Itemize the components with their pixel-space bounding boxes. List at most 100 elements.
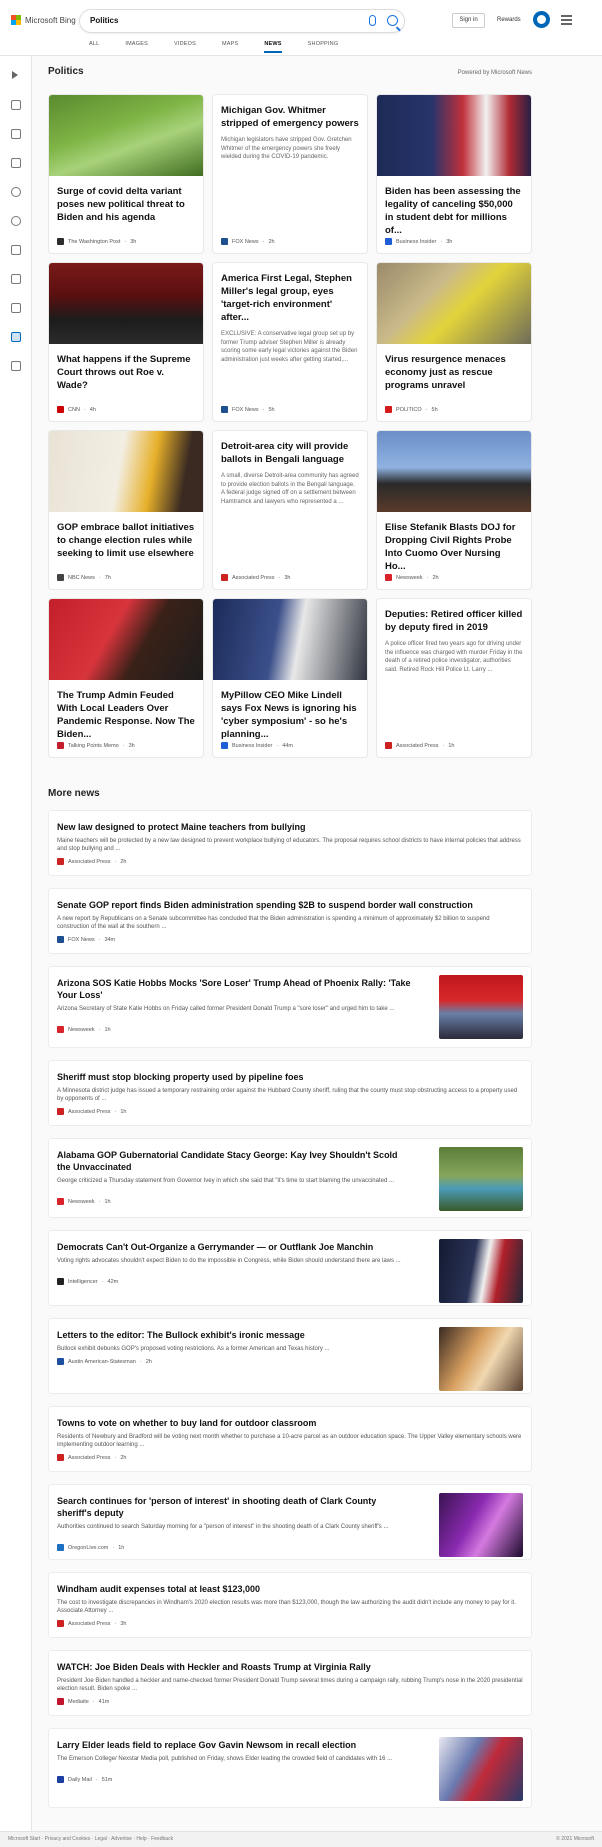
trending-icon[interactable] (11, 129, 21, 139)
expand-icon[interactable] (12, 71, 18, 79)
footer-links[interactable]: Microsoft Start · Privacy and Cookies · … (8, 1836, 173, 1842)
news-card[interactable]: Biden has been assessing the legality of… (376, 94, 532, 254)
news-list-item[interactable]: Larry Elder leads field to replace Gov G… (48, 1728, 532, 1808)
science-icon[interactable] (11, 274, 21, 284)
card-title[interactable]: Surge of covid delta variant poses new p… (49, 185, 203, 224)
news-source[interactable]: Newsweek · 1h (57, 1026, 111, 1033)
money-icon[interactable] (11, 245, 21, 255)
news-list-item[interactable]: Senate GOP report finds Biden administra… (48, 888, 532, 954)
tab-shopping[interactable]: SHOPPING (308, 41, 339, 53)
news-list-item[interactable]: Search continues for 'person of interest… (48, 1484, 532, 1560)
news-thumbnail[interactable] (439, 1239, 523, 1303)
card-image[interactable] (213, 599, 367, 680)
card-image[interactable] (49, 431, 203, 512)
news-list-item[interactable]: Arizona SOS Katie Hobbs Mocks 'Sore Lose… (48, 966, 532, 1048)
news-source[interactable]: Mediaite · 41m (57, 1698, 109, 1705)
location-icon[interactable] (11, 187, 21, 197)
tab-all[interactable]: ALL (89, 41, 99, 53)
tab-maps[interactable]: MAPS (222, 41, 238, 53)
card-source[interactable]: FOX News · 2h (221, 238, 275, 245)
news-list-item[interactable]: Towns to vote on whether to buy land for… (48, 1406, 532, 1472)
rewards-link[interactable]: Rewards (497, 17, 521, 23)
card-title[interactable]: GOP embrace ballot initiatives to change… (49, 521, 203, 560)
card-title[interactable]: Virus resurgence menaces economy just as… (377, 353, 531, 392)
tab-images[interactable]: IMAGES (125, 41, 148, 53)
news-thumbnail[interactable] (439, 1327, 523, 1391)
news-list-item[interactable]: New law designed to protect Maine teache… (48, 810, 532, 876)
card-image[interactable] (49, 263, 203, 344)
news-list-item[interactable]: Sheriff must stop blocking property used… (48, 1060, 532, 1126)
news-list-item[interactable]: Democrats Can't Out-Organize a Gerrymand… (48, 1230, 532, 1306)
card-source[interactable]: FOX News · 5h (221, 406, 275, 413)
news-title[interactable]: Search continues for 'person of interest… (57, 1495, 412, 1519)
card-source[interactable]: NBC News · 7h (57, 574, 111, 581)
news-source[interactable]: Associated Press · 1h (57, 1108, 126, 1115)
news-title[interactable]: Letters to the editor: The Bullock exhib… (57, 1329, 412, 1341)
news-source[interactable]: Associated Press · 2h (57, 858, 126, 865)
card-title[interactable]: Detroit-area city will provide ballots i… (213, 440, 367, 466)
search-input[interactable]: Politics (90, 16, 118, 25)
search-box[interactable]: Politics (80, 10, 404, 32)
news-card[interactable]: Michigan Gov. Whitmer stripped of emerge… (212, 94, 368, 254)
card-title[interactable]: MyPillow CEO Mike Lindell says Fox News … (213, 689, 367, 741)
bing-logo[interactable]: Microsoft Bing (11, 15, 76, 25)
card-source[interactable]: Newsweek · 2h (385, 574, 439, 581)
news-source[interactable]: Intelligencer · 42m (57, 1278, 118, 1285)
news-card[interactable]: Virus resurgence menaces economy just as… (376, 262, 532, 422)
card-image[interactable] (377, 431, 531, 512)
news-card[interactable]: Surge of covid delta variant poses new p… (48, 94, 204, 254)
flag-icon[interactable] (11, 158, 21, 168)
card-source[interactable]: Business Insider · 44m (221, 742, 293, 749)
globe-icon[interactable] (11, 216, 21, 226)
news-card[interactable]: America First Legal, Stephen Miller's le… (212, 262, 368, 422)
rewards-icon[interactable] (533, 11, 550, 28)
card-source[interactable]: The Washington Post · 3h (57, 238, 136, 245)
more-icon[interactable] (11, 361, 21, 371)
news-card[interactable]: MyPillow CEO Mike Lindell says Fox News … (212, 598, 368, 758)
search-icon[interactable] (387, 15, 398, 26)
card-title[interactable]: What happens if the Supreme Court throws… (49, 353, 203, 392)
card-source[interactable]: CNN · 4h (57, 406, 96, 413)
news-thumbnail[interactable] (439, 1147, 523, 1211)
card-title[interactable]: Biden has been assessing the legality of… (377, 185, 531, 237)
tab-videos[interactable]: VIDEOS (174, 41, 196, 53)
card-source[interactable]: Associated Press · 3h (221, 574, 290, 581)
menu-icon[interactable] (561, 15, 572, 27)
news-title[interactable]: Larry Elder leads field to replace Gov G… (57, 1739, 412, 1751)
card-image[interactable] (377, 95, 531, 176)
news-title[interactable]: WATCH: Joe Biden Deals with Heckler and … (57, 1661, 523, 1673)
news-title[interactable]: Arizona SOS Katie Hobbs Mocks 'Sore Lose… (57, 977, 412, 1001)
card-title[interactable]: The Trump Admin Feuded With Local Leader… (49, 689, 203, 741)
news-list-item[interactable]: Alabama GOP Gubernatorial Candidate Stac… (48, 1138, 532, 1218)
politics-icon[interactable] (11, 332, 21, 342)
news-thumbnail[interactable] (439, 1737, 523, 1801)
entertainment-icon[interactable] (11, 303, 21, 313)
news-source[interactable]: FOX News · 34m (57, 936, 115, 943)
news-card[interactable]: What happens if the Supreme Court throws… (48, 262, 204, 422)
card-title[interactable]: America First Legal, Stephen Miller's le… (213, 272, 367, 324)
news-title[interactable]: New law designed to protect Maine teache… (57, 821, 523, 833)
news-list-item[interactable]: Letters to the editor: The Bullock exhib… (48, 1318, 532, 1394)
news-card[interactable]: Deputies: Retired officer killed by depu… (376, 598, 532, 758)
news-title[interactable]: Towns to vote on whether to buy land for… (57, 1417, 523, 1429)
news-thumbnail[interactable] (439, 1493, 523, 1557)
news-card[interactable]: Detroit-area city will provide ballots i… (212, 430, 368, 590)
news-source[interactable]: OregonLive.com · 1h (57, 1544, 124, 1551)
news-source[interactable]: Associated Press · 3h (57, 1620, 126, 1627)
home-icon[interactable] (11, 100, 21, 110)
news-title[interactable]: Senate GOP report finds Biden administra… (57, 899, 523, 911)
news-source[interactable]: Austin American-Statesman · 2h (57, 1358, 152, 1365)
card-title[interactable]: Elise Stefanik Blasts DOJ for Dropping C… (377, 521, 531, 573)
news-source[interactable]: Newsweek · 1h (57, 1198, 111, 1205)
news-card[interactable]: GOP embrace ballot initiatives to change… (48, 430, 204, 590)
card-source[interactable]: Associated Press · 1h (385, 742, 454, 749)
news-source[interactable]: Associated Press · 2h (57, 1454, 126, 1461)
news-source[interactable]: Daily Mail · 51m (57, 1776, 112, 1783)
news-thumbnail[interactable] (439, 975, 523, 1039)
news-title[interactable]: Windham audit expenses total at least $1… (57, 1583, 523, 1595)
card-source[interactable]: Business Insider · 3h (385, 238, 452, 245)
card-image[interactable] (49, 95, 203, 176)
tab-news[interactable]: NEWS (264, 41, 282, 53)
card-title[interactable]: Deputies: Retired officer killed by depu… (377, 608, 531, 634)
news-card[interactable]: Elise Stefanik Blasts DOJ for Dropping C… (376, 430, 532, 590)
